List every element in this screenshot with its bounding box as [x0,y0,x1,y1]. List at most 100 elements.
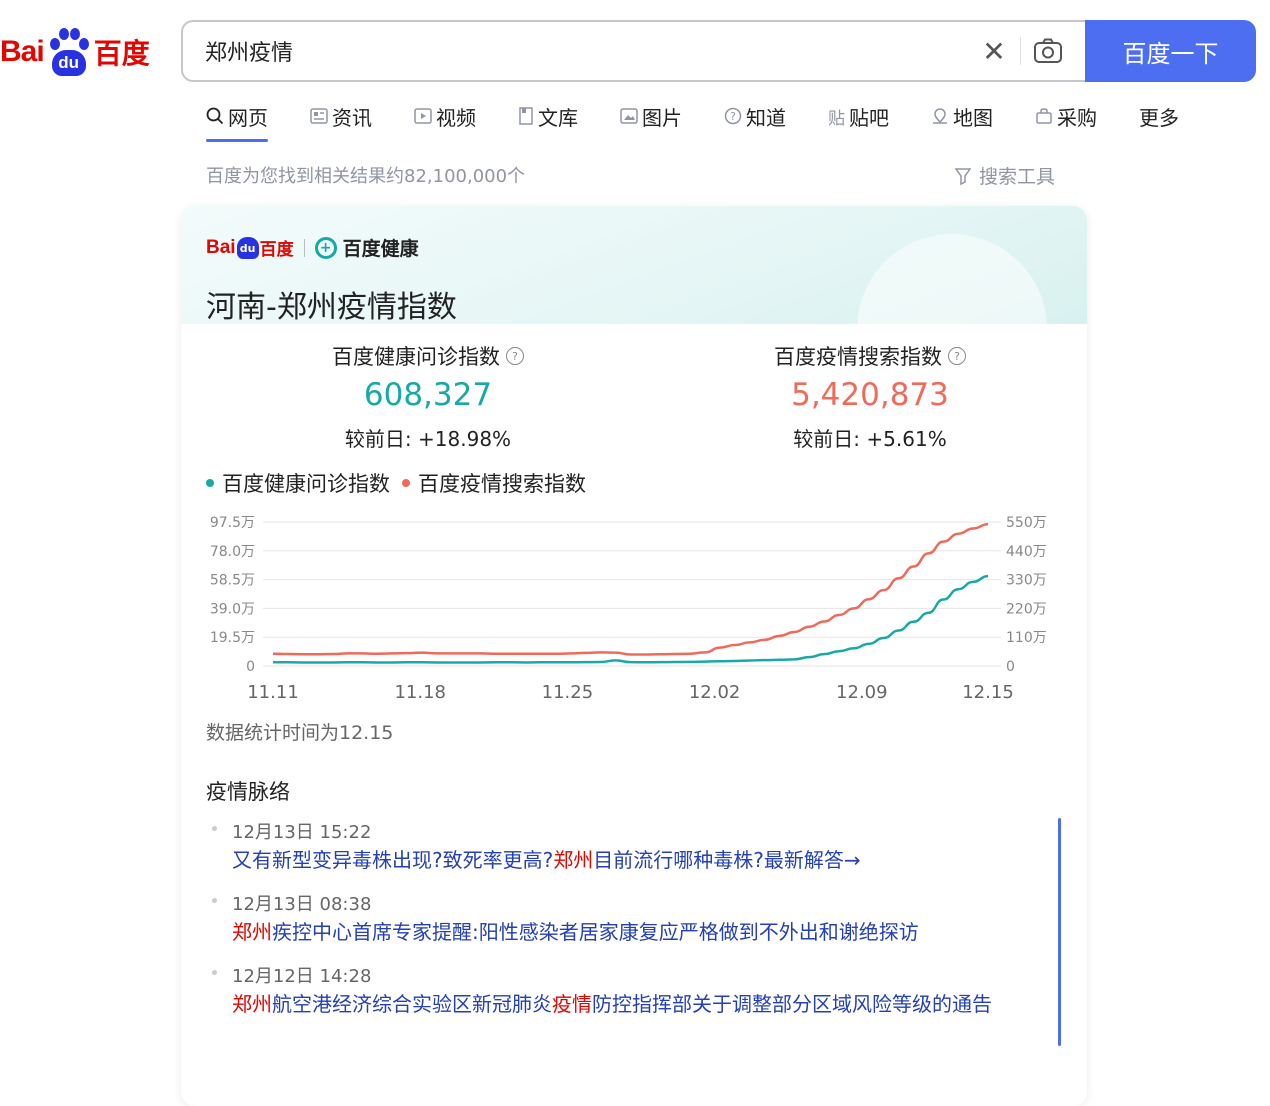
timeline-item: 12月13日 15:22 又有新型变异毒株出现?致死率更高?郑州目前流行哪种毒株?… [206,818,1026,872]
search-bar: ✕ 百度一下 [181,20,1256,82]
health-icon: + [314,236,337,259]
camera-icon[interactable] [1021,31,1075,71]
tieba-icon: 贴 [828,108,845,129]
question-icon: ? [724,107,742,125]
result-stats: 百度为您找到相关结果约82,100,000个 [206,166,526,187]
search-input[interactable] [183,21,974,81]
headline-text: 目前流行哪种毒株?最新解答→ [593,848,861,872]
scrollbar[interactable] [1058,818,1061,1046]
tab-web[interactable]: 网页 [206,100,268,142]
logo-bai-text: Bai [0,35,45,68]
brand-cn-text: 百度 [259,240,294,260]
headline-text: 郑州 [232,920,272,944]
trend-chart: 0 0 19.5万 110万 39.0万 220万 58.5万 330万 78.0万 440万 97… [210,515,1047,703]
timeline-time: 12月13日 15:22 [232,822,372,843]
change-label: 较前日: [793,427,861,451]
tab-zhidao[interactable]: ? 知道 [724,100,786,132]
card-header: Bai du 百度 + 百度健康 河南-郑州疫情指数 [181,206,1087,334]
tab-images[interactable]: 图片 [620,100,682,132]
y-right-tick: 330万 [1006,573,1047,589]
timeline-headline-link[interactable]: 又有新型变异毒株出现?致死率更高?郑州目前流行哪种毒株?最新解答→ [232,848,1026,872]
series-line-search [272,522,989,656]
tab-purchase[interactable]: 采购 [1035,100,1097,132]
brand-bai-text: Bai [206,236,236,258]
help-icon[interactable]: ? [948,347,966,365]
search-icon [206,107,224,125]
paw-icon: du [236,236,259,259]
headline-text: 疾控中心首席专家提醒:阳性感染者居家康复应严格做到不外出和谢绝探访 [272,920,919,944]
baidu-logo[interactable]: Bai du 百度 [0,26,150,78]
y-right-tick: 110万 [1006,630,1047,646]
metric-health-consult: 百度健康问诊指数? 608,327 较前日: +18.98% [312,341,544,452]
tab-video[interactable]: 视频 [414,100,476,132]
metric-change: 较前日: +5.61% [750,423,990,452]
tab-news[interactable]: 资讯 [310,100,372,132]
tab-label: 知道 [746,105,786,130]
timeline-headline-link[interactable]: 郑州航空港经济综合实验区新冠肺炎疫情防控指挥部关于调整部分区域风险等级的通告 [232,992,1026,1016]
svg-text:?: ? [730,110,736,123]
headline-text: 又有新型变异毒株出现?致死率更高? [232,848,554,872]
change-value: +5.61% [866,427,947,451]
headline-text: 航空港经济综合实验区新冠肺炎 [272,992,552,1016]
map-icon [931,107,949,125]
search-button[interactable]: 百度一下 [1085,20,1256,82]
y-left-tick: 78.0万 [210,544,255,560]
logo-cn-text: 百度 [93,37,150,70]
legend-item-search[interactable]: 百度疫情搜索指数 [402,468,586,498]
tab-map[interactable]: 地图 [931,100,993,132]
chart-note: 数据统计时间为12.15 [206,722,394,744]
chart-legend: 百度健康问诊指数 百度疫情搜索指数 [206,468,598,498]
tab-tieba[interactable]: 贴 贴吧 [828,100,889,132]
metric-label: 百度健康问诊指数 [332,345,500,369]
search-tools[interactable]: 搜索工具 [955,162,1055,189]
image-icon [620,108,638,124]
tab-label: 更多 [1139,105,1179,130]
bullet [212,826,217,831]
epidemic-index-card: Bai du 百度 + 百度健康 河南-郑州疫情指数 百度健康问诊指数? 608… [181,206,1087,1106]
metric-search-index: 百度疫情搜索指数? 5,420,873 较前日: +5.61% [750,341,990,452]
bullet [212,970,217,975]
search-tabs: 网页 资讯 视频 文库 图片 ? 知道 贴 贴吧 地图 采购 更多 [206,100,1179,144]
x-tick: 11.11 [247,682,299,703]
timeline-time: 12月12日 14:28 [232,966,372,987]
timeline: 12月13日 15:22 又有新型变异毒株出现?致死率更高?郑州目前流行哪种毒株?… [206,818,1026,1034]
help-icon[interactable]: ? [506,347,524,365]
x-tick: 12.02 [689,682,741,703]
legend-dot [402,479,410,487]
legend-label: 百度健康问诊指数 [222,472,390,496]
timeline-title: 疫情脉络 [206,780,290,804]
headline-text: 防控指挥部关于调整部分区域风险等级的通告 [592,992,992,1016]
legend-label: 百度疫情搜索指数 [418,472,586,496]
news-icon [310,108,328,124]
timeline-time: 12月13日 08:38 [232,894,372,915]
y-right-tick: 220万 [1006,601,1047,617]
purchase-icon [1035,107,1053,125]
change-value: +18.98% [418,427,512,451]
metric-value: 608,327 [363,377,493,413]
brand-health-text: 百度健康 [342,238,419,260]
close-icon[interactable]: ✕ [974,31,1014,71]
y-left-tick: 0 [246,659,255,675]
tab-label: 图片 [642,105,682,130]
filter-icon [955,167,971,185]
paw-icon: du [46,26,92,78]
doc-icon [518,107,534,125]
tab-label: 采购 [1057,105,1097,130]
y-right-tick: 440万 [1006,544,1047,560]
headline-text: 疫情 [552,992,592,1016]
legend-item-consult[interactable]: 百度健康问诊指数 [206,468,390,498]
tab-library[interactable]: 文库 [518,100,578,132]
x-tick: 11.18 [394,682,446,703]
headline-text: 郑州 [232,992,272,1016]
change-label: 较前日: [344,427,412,451]
y-left-tick: 39.0万 [210,601,255,617]
timeline-headline-link[interactable]: 郑州疾控中心首席专家提醒:阳性感染者居家康复应严格做到不外出和谢绝探访 [232,920,1026,944]
divider [303,238,305,257]
y-left-tick: 58.5万 [210,573,255,589]
tab-more[interactable]: 更多 [1139,100,1179,132]
tab-label: 地图 [953,105,993,130]
tab-label: 资讯 [332,105,372,130]
x-tick: 11.25 [542,682,594,703]
y-right-tick: 0 [1006,659,1015,675]
y-left-tick: 19.5万 [210,630,255,646]
